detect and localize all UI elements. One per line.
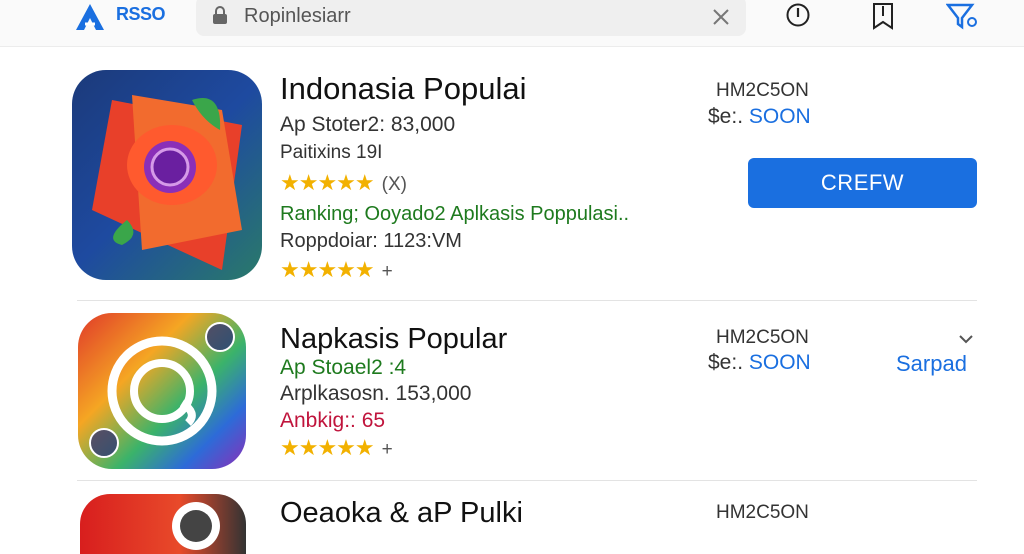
app-store-info: Ap Stoael2 :4: [280, 356, 407, 379]
ranking-text: Ranking; Ooyado2 Aplkasis Poppulasi..: [280, 203, 630, 225]
divider: [77, 480, 977, 481]
lock-icon: [210, 6, 230, 31]
release-code: HM2C5ON: [716, 80, 809, 101]
soon-label: SOON: [748, 351, 811, 374]
release-code: HM2C5ON: [716, 327, 809, 348]
logo-text: RSSO: [116, 4, 166, 24]
rating-extra: +: [381, 439, 393, 460]
app-title[interactable]: Napkasis Popular: [280, 323, 507, 356]
price-prefix: $e:.: [708, 351, 744, 374]
filter-icon[interactable]: [945, 2, 980, 35]
chevron-down-icon[interactable]: [958, 332, 974, 350]
search-input[interactable]: Ropinlesiarr: [244, 5, 351, 28]
ranking-text: Anbkig:: 65: [280, 409, 386, 432]
popularity-text: Roppdoiar: 1123:VM: [280, 230, 462, 252]
rating-stars: ★★★★★ +: [280, 435, 393, 460]
app-title[interactable]: Oeaoka & aP Pulki: [280, 497, 523, 530]
soon-label: SOON: [748, 105, 811, 128]
download-count: Arplkasosn. 153,000: [280, 382, 472, 405]
app-rank-info: Paitixins 19I: [280, 142, 383, 163]
price-status: $e:. SOON: [708, 351, 811, 375]
rating-stars: ★★★★★ (X): [280, 170, 407, 195]
app-title[interactable]: Indonasia Populai: [280, 71, 526, 107]
price-status: $e:. SOON: [708, 105, 811, 129]
rating-count: (X): [381, 174, 407, 195]
app-icon-1[interactable]: [72, 70, 262, 280]
expand-link[interactable]: Sarpad: [896, 351, 967, 377]
divider: [77, 300, 977, 301]
clear-icon[interactable]: [712, 8, 730, 31]
app-icon-2[interactable]: [78, 313, 246, 469]
top-bar: RSSO Ropinlesiarr: [0, 0, 1024, 47]
app-store-info: Ap Stoter2: 83,000: [280, 113, 456, 136]
bookmark-icon[interactable]: [871, 2, 895, 35]
app-icon-3[interactable]: [80, 494, 246, 554]
rating-stars: ★★★★★ +: [280, 257, 393, 282]
price-prefix: $e:.: [708, 105, 744, 128]
open-button[interactable]: CREFW: [748, 158, 977, 208]
alert-circle-icon[interactable]: [786, 2, 810, 33]
release-code: HM2C5ON: [716, 502, 809, 523]
app-store-logo-icon[interactable]: [74, 2, 106, 32]
search-bar[interactable]: Ropinlesiarr: [196, 0, 746, 36]
rating-extra: +: [381, 261, 393, 282]
